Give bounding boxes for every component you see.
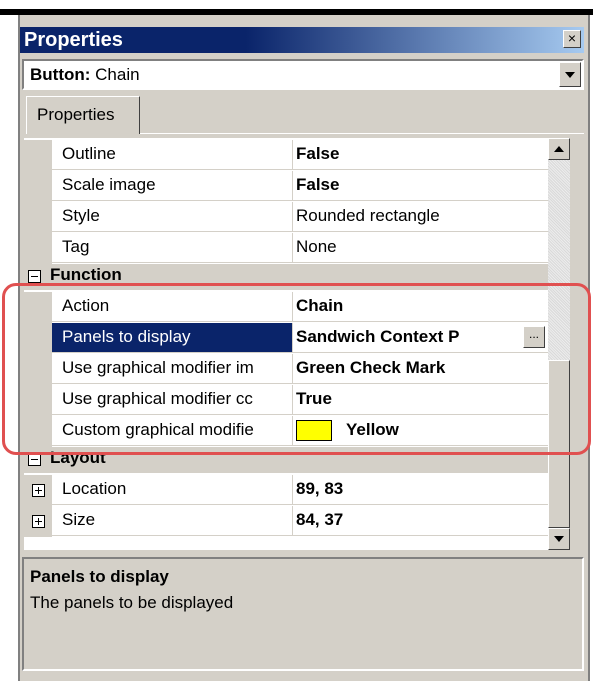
property-row-panels-to-display[interactable]: Panels to display Sandwich Context P ... (24, 323, 548, 354)
object-selector-text: Button: Chain (30, 65, 140, 85)
property-value: 84, 37 (296, 510, 344, 529)
property-name: Outline (62, 144, 116, 163)
vertical-scrollbar[interactable] (548, 138, 570, 550)
category-label: Function (50, 265, 122, 284)
property-name: Size (62, 510, 96, 529)
color-swatch (296, 420, 332, 441)
collapse-icon[interactable] (28, 270, 41, 283)
property-value: Yellow (346, 420, 399, 439)
description-title: Panels to display (30, 567, 169, 586)
object-name: Chain (95, 65, 140, 84)
property-row-graphical-modifier-color[interactable]: Use graphical modifier cc True (24, 385, 548, 416)
object-selector-dropdown[interactable]: Button: Chain (22, 59, 584, 90)
expand-icon[interactable] (32, 484, 45, 497)
property-value: False (296, 144, 340, 163)
property-value: False (296, 175, 340, 194)
property-row-graphical-modifier-image[interactable]: Use graphical modifier im Green Check Ma… (24, 354, 548, 385)
property-grid: Outline False Scale image False Style Ro… (24, 138, 548, 550)
object-type-label: Button: (30, 65, 91, 84)
property-name: Style (62, 206, 100, 225)
property-row-action[interactable]: Action Chain (24, 292, 548, 323)
chevron-down-icon[interactable] (559, 62, 581, 87)
category-function[interactable]: Function (24, 264, 548, 290)
property-value: None (296, 237, 337, 256)
tab-properties[interactable]: Properties (26, 96, 140, 134)
property-row-location[interactable]: Location 89, 83 (24, 475, 548, 506)
property-value: Chain (296, 296, 344, 315)
property-row-tag[interactable]: Tag None (24, 233, 548, 264)
close-icon[interactable]: × (563, 30, 581, 48)
description-text: The panels to be displayed (30, 593, 234, 612)
property-name: Custom graphical modifie (62, 420, 254, 439)
description-panel: Panels to display The panels to be displ… (22, 557, 584, 671)
property-name: Tag (62, 237, 90, 256)
property-value: Green Check Mark (296, 358, 446, 377)
property-value: True (296, 389, 332, 408)
scrollbar-thumb[interactable] (548, 360, 570, 528)
scroll-down-icon[interactable] (548, 528, 570, 550)
property-value: 89, 83 (296, 479, 344, 498)
tab-properties-label: Properties (37, 105, 115, 124)
ellipsis-button[interactable]: ... (523, 326, 545, 348)
category-layout[interactable]: Layout (24, 447, 548, 473)
property-name: Use graphical modifier im (62, 358, 254, 377)
category-label: Layout (50, 448, 106, 467)
scroll-up-icon[interactable] (548, 138, 570, 160)
property-row-scale-image[interactable]: Scale image False (24, 171, 548, 202)
property-name: Scale image (62, 175, 156, 194)
property-row-custom-graphical-modifier[interactable]: Custom graphical modifie Yellow (24, 416, 548, 447)
property-name: Use graphical modifier cc (62, 389, 253, 408)
collapse-icon[interactable] (28, 453, 41, 466)
property-row-outline[interactable]: Outline False (24, 140, 548, 171)
property-value: Sandwich Context P (296, 327, 460, 346)
property-name: Location (62, 479, 127, 498)
property-name: Panels to display (62, 327, 191, 346)
window-title: Properties (24, 29, 123, 51)
property-row-size[interactable]: Size 84, 37 (24, 506, 548, 537)
property-value: Rounded rectangle (296, 206, 440, 225)
title-bar[interactable]: Properties × (20, 27, 584, 53)
expand-icon[interactable] (32, 515, 45, 528)
tab-divider (140, 133, 584, 134)
property-name: Action (62, 296, 110, 315)
property-row-style[interactable]: Style Rounded rectangle (24, 202, 548, 233)
